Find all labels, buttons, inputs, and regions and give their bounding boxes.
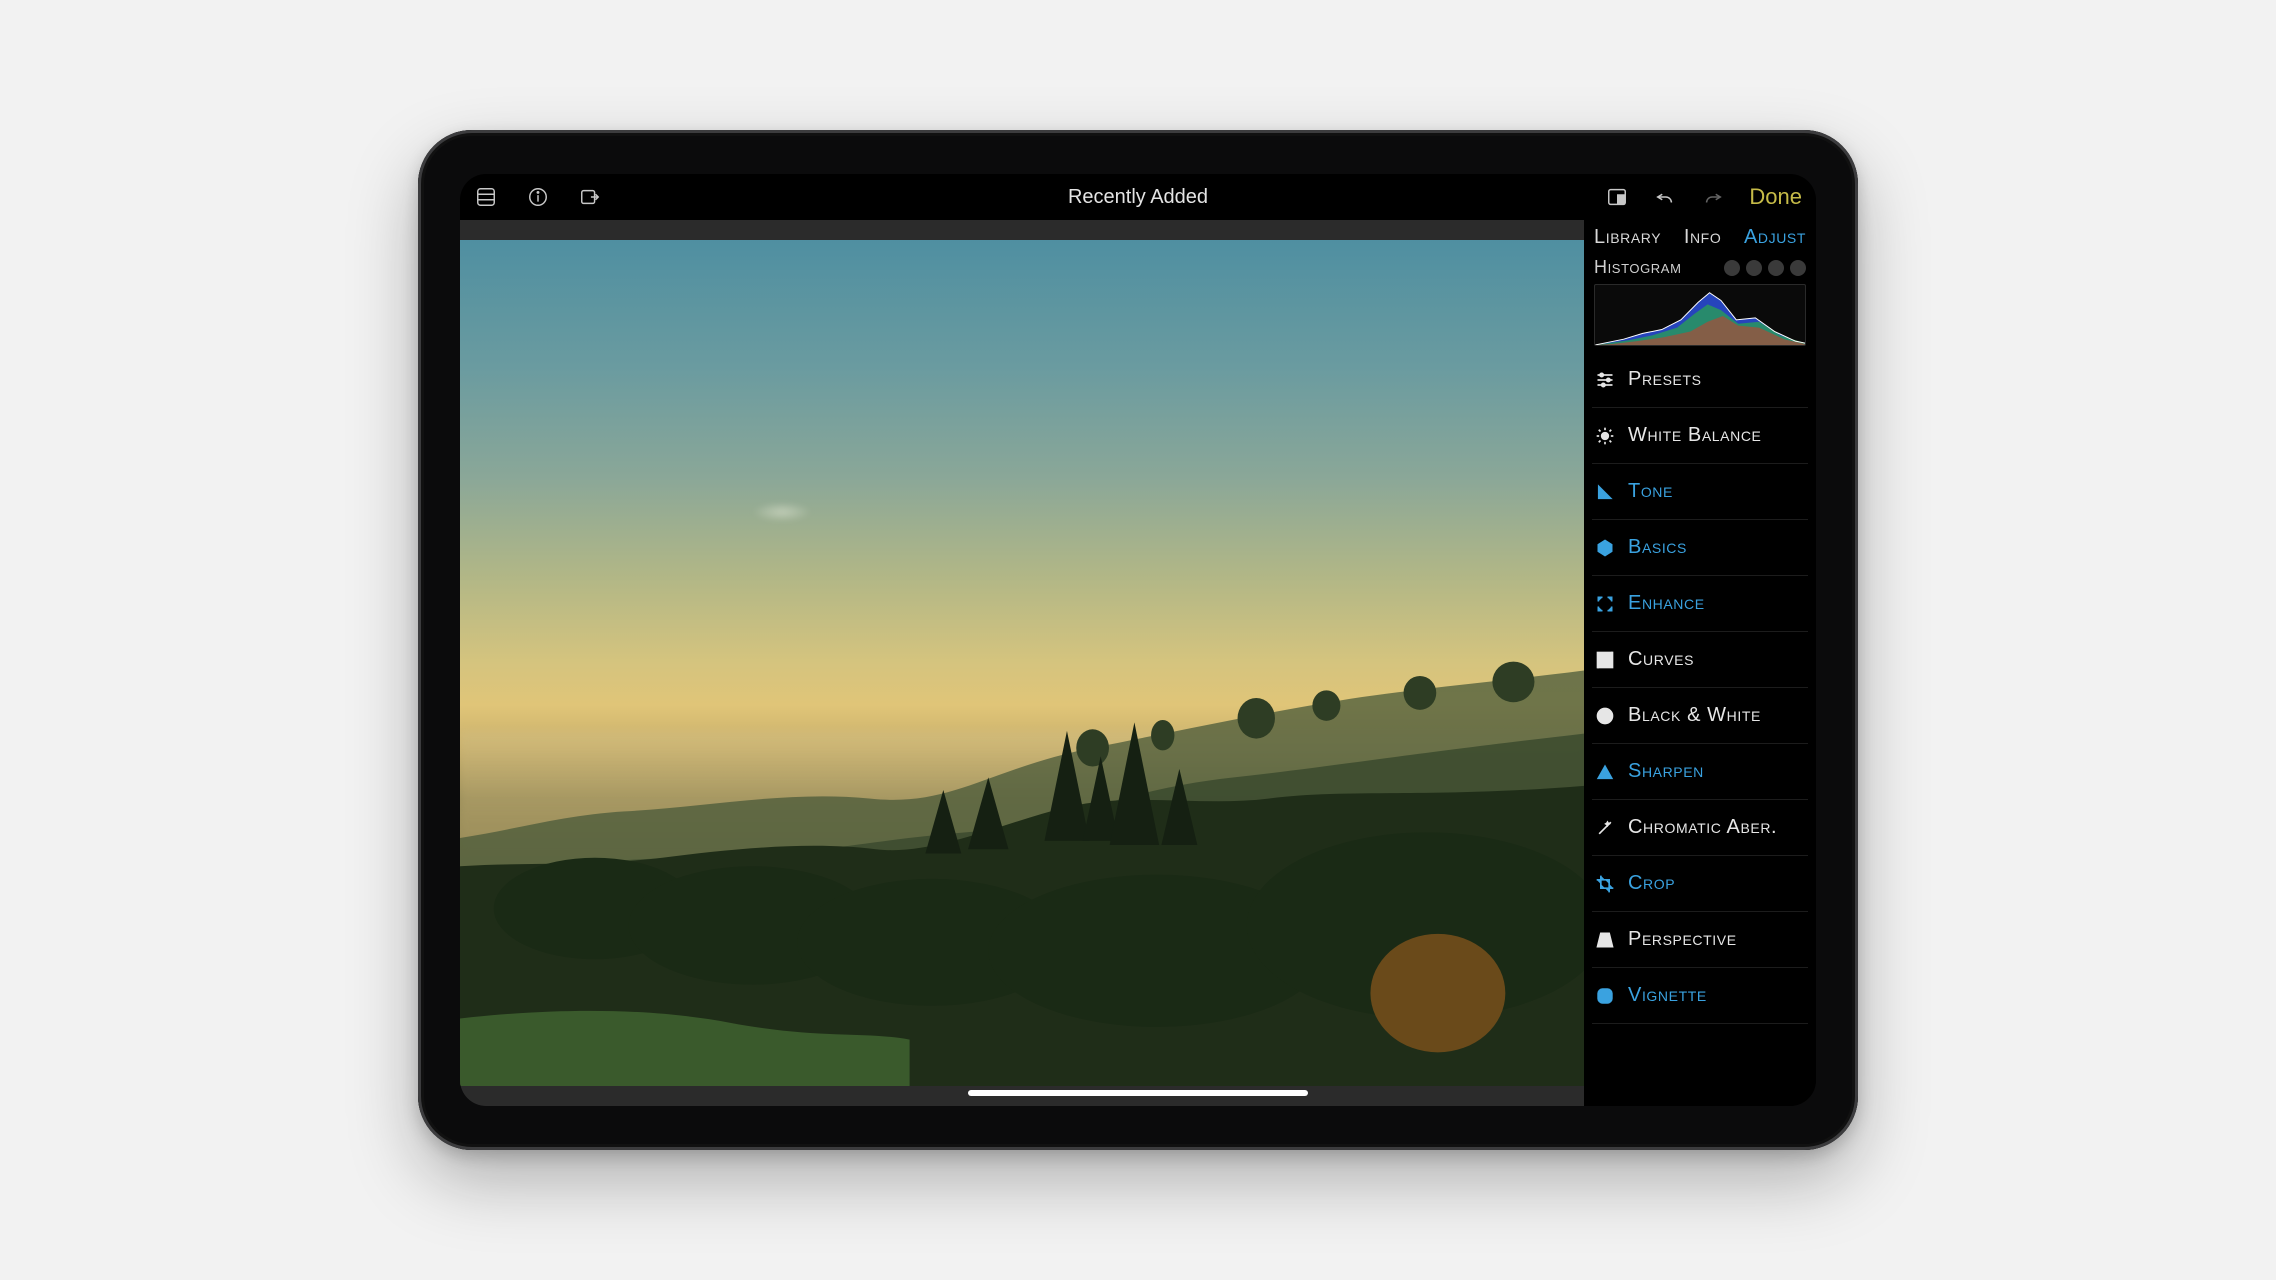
histogram-dot[interactable]	[1746, 260, 1762, 276]
undo-icon[interactable]	[1653, 185, 1677, 209]
adjust-row-label: Tone	[1628, 480, 1673, 503]
roundsq-icon	[1594, 985, 1616, 1007]
adjust-panel: Library Info Adjust Histogram	[1584, 220, 1816, 1106]
canvas-area[interactable]	[460, 220, 1584, 1106]
export-icon[interactable]	[578, 185, 602, 209]
adjust-row-sharpen[interactable]: Sharpen	[1592, 744, 1808, 800]
adjust-row-label: Sharpen	[1628, 760, 1704, 783]
adjust-row-label: White Balance	[1628, 424, 1761, 447]
adjust-row-white-balance[interactable]: White Balance	[1592, 408, 1808, 464]
info-icon[interactable]	[526, 185, 550, 209]
adjust-row-label: Crop	[1628, 872, 1675, 895]
panel-rows: Presets White Balance Tone Basics Enhance Cur…	[1592, 352, 1808, 1024]
histogram-dot[interactable]	[1790, 260, 1806, 276]
adjust-row-perspective[interactable]: Perspective	[1592, 912, 1808, 968]
triangle-icon	[1594, 761, 1616, 783]
home-indicator[interactable]	[968, 1090, 1308, 1096]
toolbar-title: Recently Added	[917, 186, 1360, 209]
sun-icon	[1594, 425, 1616, 447]
adjust-row-curves[interactable]: Curves	[1592, 632, 1808, 688]
adjust-row-vignette[interactable]: Vignette	[1592, 968, 1808, 1024]
adjust-row-black-white[interactable]: Black & White	[1592, 688, 1808, 744]
adjust-row-label: Enhance	[1628, 592, 1705, 615]
adjust-row-label: Curves	[1628, 648, 1694, 671]
adjust-row-basics[interactable]: Basics	[1592, 520, 1808, 576]
histogram-chart	[1594, 284, 1806, 346]
done-button[interactable]: Done	[1749, 184, 1802, 210]
library-grid-icon[interactable]	[474, 185, 498, 209]
app-screen: Recently Added Done	[460, 174, 1816, 1106]
adjust-row-label: Vignette	[1628, 984, 1707, 1007]
adjust-row-presets[interactable]: Presets	[1592, 352, 1808, 408]
top-toolbar: Recently Added Done	[460, 174, 1816, 220]
adjust-row-label: Presets	[1628, 368, 1702, 391]
adjust-row-chromatic-aber[interactable]: Chromatic Aber.	[1592, 800, 1808, 856]
editor-body: Library Info Adjust Histogram	[460, 220, 1816, 1106]
adjust-row-label: Black & White	[1628, 704, 1761, 727]
perspective-icon	[1594, 929, 1616, 951]
tone-icon	[1594, 481, 1616, 503]
adjust-row-tone[interactable]: Tone	[1592, 464, 1808, 520]
halfcircle-icon	[1594, 705, 1616, 727]
toolbar-right-group: Done	[1359, 184, 1802, 210]
tab-info[interactable]: Info	[1684, 226, 1722, 249]
redo-icon[interactable]	[1701, 185, 1725, 209]
adjust-row-label: Chromatic Aber.	[1628, 816, 1777, 839]
adjust-row-label: Basics	[1628, 536, 1687, 559]
histogram-label: Histogram	[1594, 257, 1718, 278]
crop-icon	[1594, 873, 1616, 895]
adjust-row-crop[interactable]: Crop	[1592, 856, 1808, 912]
tab-adjust[interactable]: Adjust	[1744, 226, 1806, 249]
sliders-icon	[1594, 369, 1616, 391]
histogram-dot[interactable]	[1724, 260, 1740, 276]
histogram-dot[interactable]	[1768, 260, 1784, 276]
tablet-frame: Recently Added Done	[418, 130, 1858, 1150]
wand-icon	[1594, 817, 1616, 839]
panel-tabs: Library Info Adjust	[1592, 226, 1808, 253]
curves-icon	[1594, 649, 1616, 671]
tab-library[interactable]: Library	[1594, 226, 1661, 249]
hexagon-icon	[1594, 537, 1616, 559]
adjust-row-enhance[interactable]: Enhance	[1592, 576, 1808, 632]
adjust-row-label: Perspective	[1628, 928, 1737, 951]
compare-icon[interactable]	[1605, 185, 1629, 209]
photo-preview	[460, 240, 1584, 1086]
toolbar-left-group	[474, 185, 917, 209]
expand-icon	[1594, 593, 1616, 615]
histogram-header: Histogram	[1592, 253, 1808, 284]
